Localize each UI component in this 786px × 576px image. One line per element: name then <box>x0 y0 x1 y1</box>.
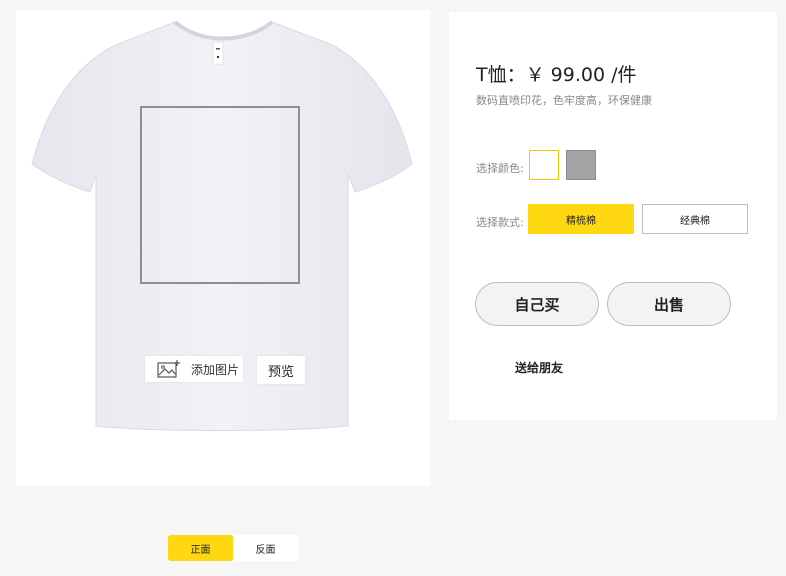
design-print-area[interactable] <box>140 106 300 284</box>
preview-button[interactable]: 预览 <box>257 356 305 384</box>
product-info-panel: T恤：￥ 99.00 /件 数码直喷印花，色牢度高，环保健康 选择颜色: 选择款… <box>449 12 777 420</box>
back-side-tab[interactable]: 反面 <box>233 535 298 561</box>
add-image-button[interactable]: 添加图片 <box>145 356 243 382</box>
sell-button[interactable]: 出售 <box>607 282 731 326</box>
color-label: 选择颜色: <box>476 162 524 175</box>
buy-for-self-button[interactable]: 自己买 <box>475 282 599 326</box>
color-swatch-gray[interactable] <box>566 150 596 180</box>
style-option-classic-cotton[interactable]: 经典棉 <box>642 204 748 234</box>
add-image-icon <box>157 360 180 378</box>
style-label: 选择款式: <box>476 216 524 229</box>
product-price: T恤：￥ 99.00 /件 <box>476 64 637 86</box>
style-option-combed-cotton[interactable]: 精梳棉 <box>528 204 634 234</box>
front-side-tab[interactable]: 正面 <box>168 535 233 561</box>
gift-to-friend-link[interactable]: 送给朋友 <box>515 359 563 376</box>
add-image-label: 添加图片 <box>191 362 240 377</box>
front-back-toggle: 正面 反面 <box>168 535 298 561</box>
tshirt-preview-panel: 添加图片 预览 <box>16 10 430 486</box>
color-swatch-white[interactable] <box>529 150 559 180</box>
product-description: 数码直喷印花，色牢度高，环保健康 <box>476 94 652 107</box>
